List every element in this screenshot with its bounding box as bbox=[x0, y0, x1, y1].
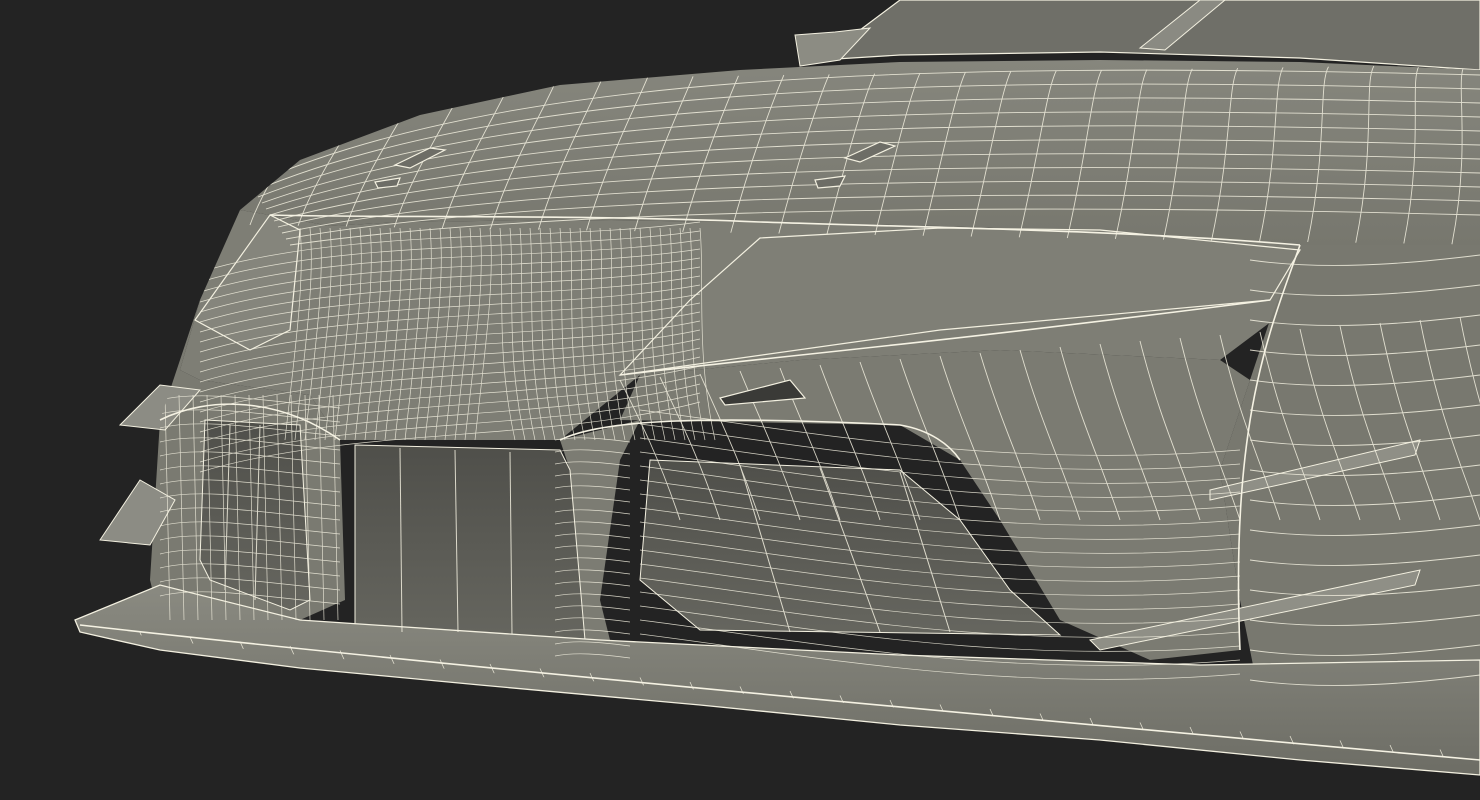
windshield bbox=[794, 0, 1480, 71]
render-viewport bbox=[0, 0, 1480, 800]
center-intake bbox=[354, 444, 586, 641]
car-wireframe-render bbox=[74, 0, 1480, 776]
